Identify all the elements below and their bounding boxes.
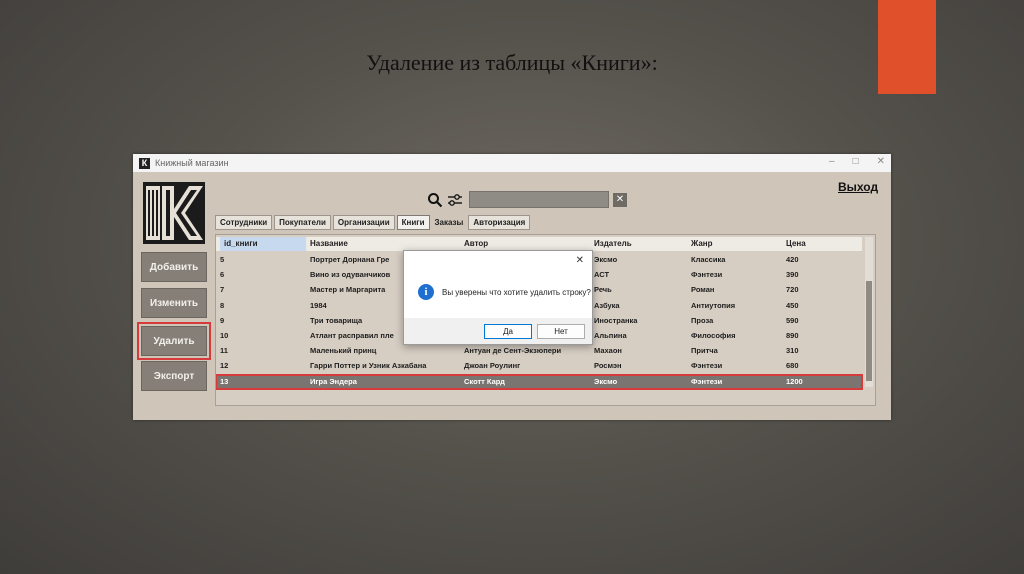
table-row[interactable]: 13 Игра Эндера Скотт Кард Эксмо Фэнтези 1200 [216,373,863,390]
info-icon: i [418,284,434,300]
minimize-button[interactable]: – [829,156,835,167]
table-cell: 12 [220,361,229,371]
table-cell: 5 [220,255,225,264]
tab-authorization[interactable]: Авторизация [468,215,531,230]
maximize-button[interactable]: □ [853,156,859,167]
table-cell: 450 [786,300,799,310]
search-clear-button[interactable]: ✕ [613,192,627,207]
table-cell: Эксмо [594,255,618,264]
table-cell: Фэнтези [691,361,723,371]
table-cell: Игра Эндера [310,376,357,386]
table-cell: 8 [220,300,225,310]
export-button[interactable]: Экспорт [141,361,207,391]
column-header[interactable]: id_книги [220,237,306,251]
window-title: Книжный магазин [155,158,229,168]
accent-bar [878,0,936,94]
table-cell: 6 [220,270,225,280]
column-header[interactable]: Цена [786,237,806,251]
dialog-message: Вы уверены что хотите удалить строку? [442,288,591,297]
table-cell: Иностранка [594,315,638,325]
column-header[interactable]: Жанр [691,237,713,251]
column-header[interactable]: Название [310,237,348,251]
yes-button[interactable]: Да [484,324,532,339]
search-input[interactable] [469,191,609,208]
table-cell: Махаон [594,346,622,356]
confirm-dialog: ✕ i Вы уверены что хотите удалить строку… [403,250,593,345]
table-row[interactable]: 12 Гарри Поттер и Узник Азкабана Джоан Роу… [216,359,862,373]
table-cell: Скотт Кард [464,376,505,386]
table-cell: 10 [220,331,229,340]
table-cell: Росмэн [594,361,622,371]
table-cell: Эксмо [594,376,618,386]
edit-button[interactable]: Изменить [141,288,207,318]
table-cell: Антиутопия [691,300,736,310]
column-header[interactable]: Автор [464,237,488,251]
tab-customers[interactable]: Покупатели [274,215,331,230]
table-cell: 420 [786,255,799,264]
table-cell: АСТ [594,270,610,280]
app-icon: К [139,157,150,169]
table-cell: 13 [220,376,229,386]
table-cell: 1200 [786,376,803,386]
table-cell: Роман [691,285,715,295]
search-icon[interactable] [427,192,443,208]
dialog-close-button[interactable]: ✕ [576,255,584,266]
filter-icon[interactable] [447,193,463,207]
tab-bar: Сотрудники Покупатели Организации Книги … [215,215,532,230]
table-cell: Фэнтези [691,376,723,386]
search-bar: ✕ [427,191,627,208]
slide-title: Удаление из таблицы «Книги»: [366,50,658,75]
table-cell: Притча [691,346,718,356]
exit-link[interactable]: Выход [838,180,878,194]
window-titlebar: К Книжный магазин – □ ✕ [133,154,891,172]
table-cell: Философия [691,331,736,340]
column-header[interactable]: Издатель [594,237,632,251]
table-cell: 310 [786,346,799,356]
table-cell: Антуан де Сент-Экзюпери [464,346,562,356]
no-button[interactable]: Нет [537,324,585,339]
table-row[interactable]: 11 Маленький принц Антуан де Сент-Экзюпери… [216,344,862,358]
scrollbar-thumb[interactable] [866,281,872,381]
table-cell: Речь [594,285,612,295]
app-window: К Книжный магазин – □ ✕ Выход Добавить И… [133,154,891,420]
table-cell: Джоан Роулинг [464,361,521,371]
dialog-footer: Да Нет [404,318,592,344]
table-cell: Проза [691,315,714,325]
table-cell: 11 [220,346,228,356]
tab-organizations[interactable]: Организации [332,215,395,230]
table-cell: Маленький принц [310,346,377,356]
table-cell: Альпина [594,331,627,340]
window-close-button[interactable]: ✕ [877,156,885,167]
tab-employees[interactable]: Сотрудники [215,215,273,230]
add-button[interactable]: Добавить [141,252,207,282]
tab-books[interactable]: Книги [396,215,430,230]
table-cell: 390 [786,270,799,280]
table-cell: 720 [786,285,799,295]
table-cell: Гарри Поттер и Узник Азкабана [310,361,427,371]
tab-orders[interactable]: Заказы [432,215,467,230]
vertical-scrollbar[interactable] [865,237,873,387]
table-cell: 680 [786,361,799,371]
table-cell: Фэнтези [691,270,723,280]
table-cell: Классика [691,255,726,264]
table-cell: 7 [220,285,225,295]
table-cell: 890 [786,331,799,340]
table-cell: Азбука [594,300,620,310]
delete-button[interactable]: Удалить [137,322,211,360]
table-header: id_книги Название Автор Издатель Жанр Це… [216,237,862,251]
table-cell: 9 [220,315,225,325]
logo [143,182,205,244]
table-cell: 590 [786,315,799,325]
